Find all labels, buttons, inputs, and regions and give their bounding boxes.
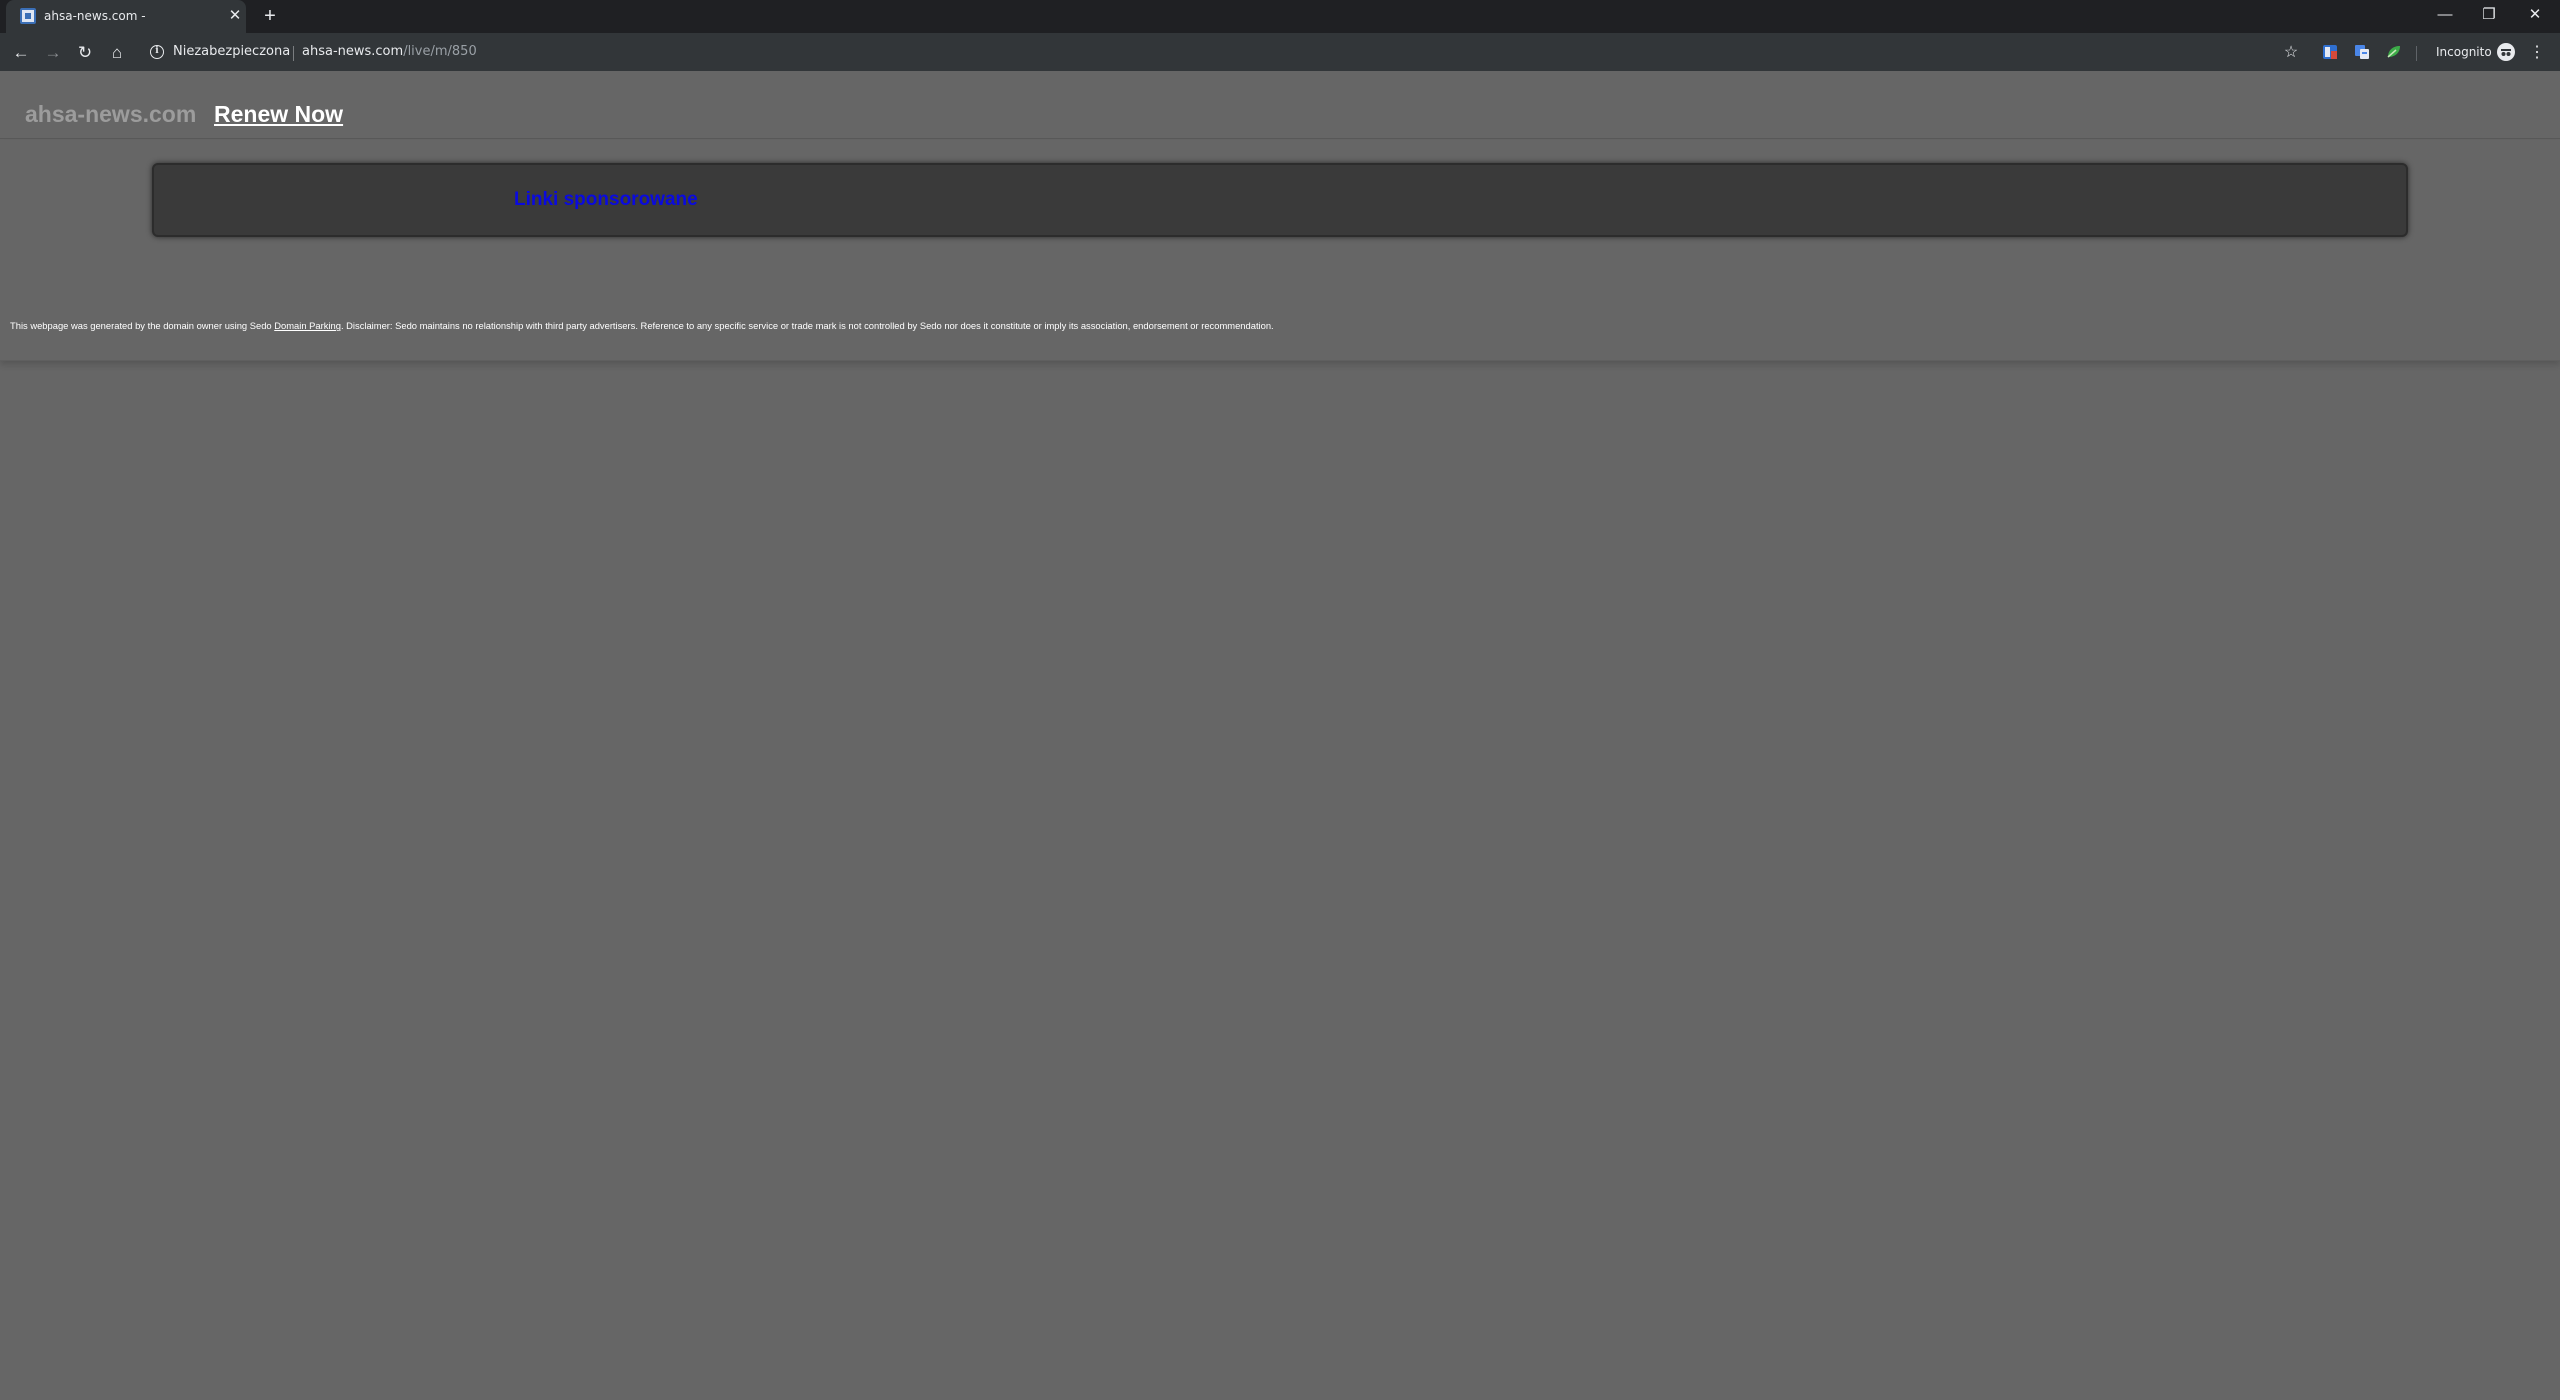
- domain-name: ahsa-news.com: [25, 101, 197, 127]
- tab-strip: ahsa-news.com - ✕ + — ❐ ✕: [0, 0, 2560, 33]
- back-icon[interactable]: ←: [10, 42, 32, 64]
- renew-now-link[interactable]: Renew Now: [214, 101, 343, 128]
- bookmark-star-icon[interactable]: ☆: [2280, 42, 2302, 64]
- new-tab-button[interactable]: +: [260, 6, 280, 26]
- address-bar[interactable]: ahsa-news.com/live/m/850: [302, 44, 477, 59]
- footer-disclaimer: This webpage was generated by the domain…: [10, 320, 1274, 331]
- reload-icon[interactable]: ↻: [74, 42, 96, 64]
- domain-parking-link[interactable]: Domain Parking: [274, 320, 341, 331]
- page-content: ahsa-news.com Renew Now Linki sponsorowa…: [0, 71, 2560, 1400]
- tab-title: ahsa-news.com -: [44, 9, 146, 23]
- extension-leaf-icon[interactable]: [2384, 42, 2404, 62]
- extension-google-translate-icon[interactable]: [2352, 42, 2372, 62]
- browser-tab[interactable]: ahsa-news.com - ✕: [6, 0, 246, 33]
- browser-toolbar: ← → ↻ ⌂ i Niezabezpieczona ahsa-news.com…: [0, 33, 2560, 71]
- incognito-label: Incognito: [2436, 45, 2492, 59]
- extension-translate-icon[interactable]: [2320, 42, 2340, 62]
- tab-close-icon[interactable]: ✕: [226, 7, 244, 25]
- window-close-icon[interactable]: ✕: [2524, 4, 2546, 26]
- browser-menu-icon[interactable]: ⋮: [2526, 42, 2548, 64]
- maximize-icon[interactable]: ❐: [2478, 4, 2500, 26]
- info-icon: i: [150, 44, 164, 59]
- toolbar-separator: [2416, 46, 2417, 61]
- sponsored-links-heading[interactable]: Linki sponsorowane: [514, 189, 698, 211]
- security-label: Niezabezpieczona: [173, 44, 291, 59]
- home-icon[interactable]: ⌂: [106, 42, 128, 64]
- url-path: /live/m/850: [403, 44, 477, 59]
- security-indicator[interactable]: i Niezabezpieczona: [150, 44, 290, 59]
- forward-icon[interactable]: →: [42, 42, 64, 64]
- url-separator: [293, 46, 294, 61]
- footer-text-before: This webpage was generated by the domain…: [10, 320, 275, 331]
- footer-text-after: . Disclaimer: Sedo maintains no relation…: [340, 320, 1274, 331]
- page-header: ahsa-news.com Renew Now: [0, 71, 2560, 139]
- minimize-icon[interactable]: —: [2434, 4, 2456, 26]
- url-host: ahsa-news.com: [302, 44, 404, 59]
- sponsored-links-box: Linki sponsorowane: [152, 163, 2408, 237]
- incognito-avatar-icon[interactable]: [2496, 42, 2516, 62]
- site-favicon-icon: [20, 8, 36, 24]
